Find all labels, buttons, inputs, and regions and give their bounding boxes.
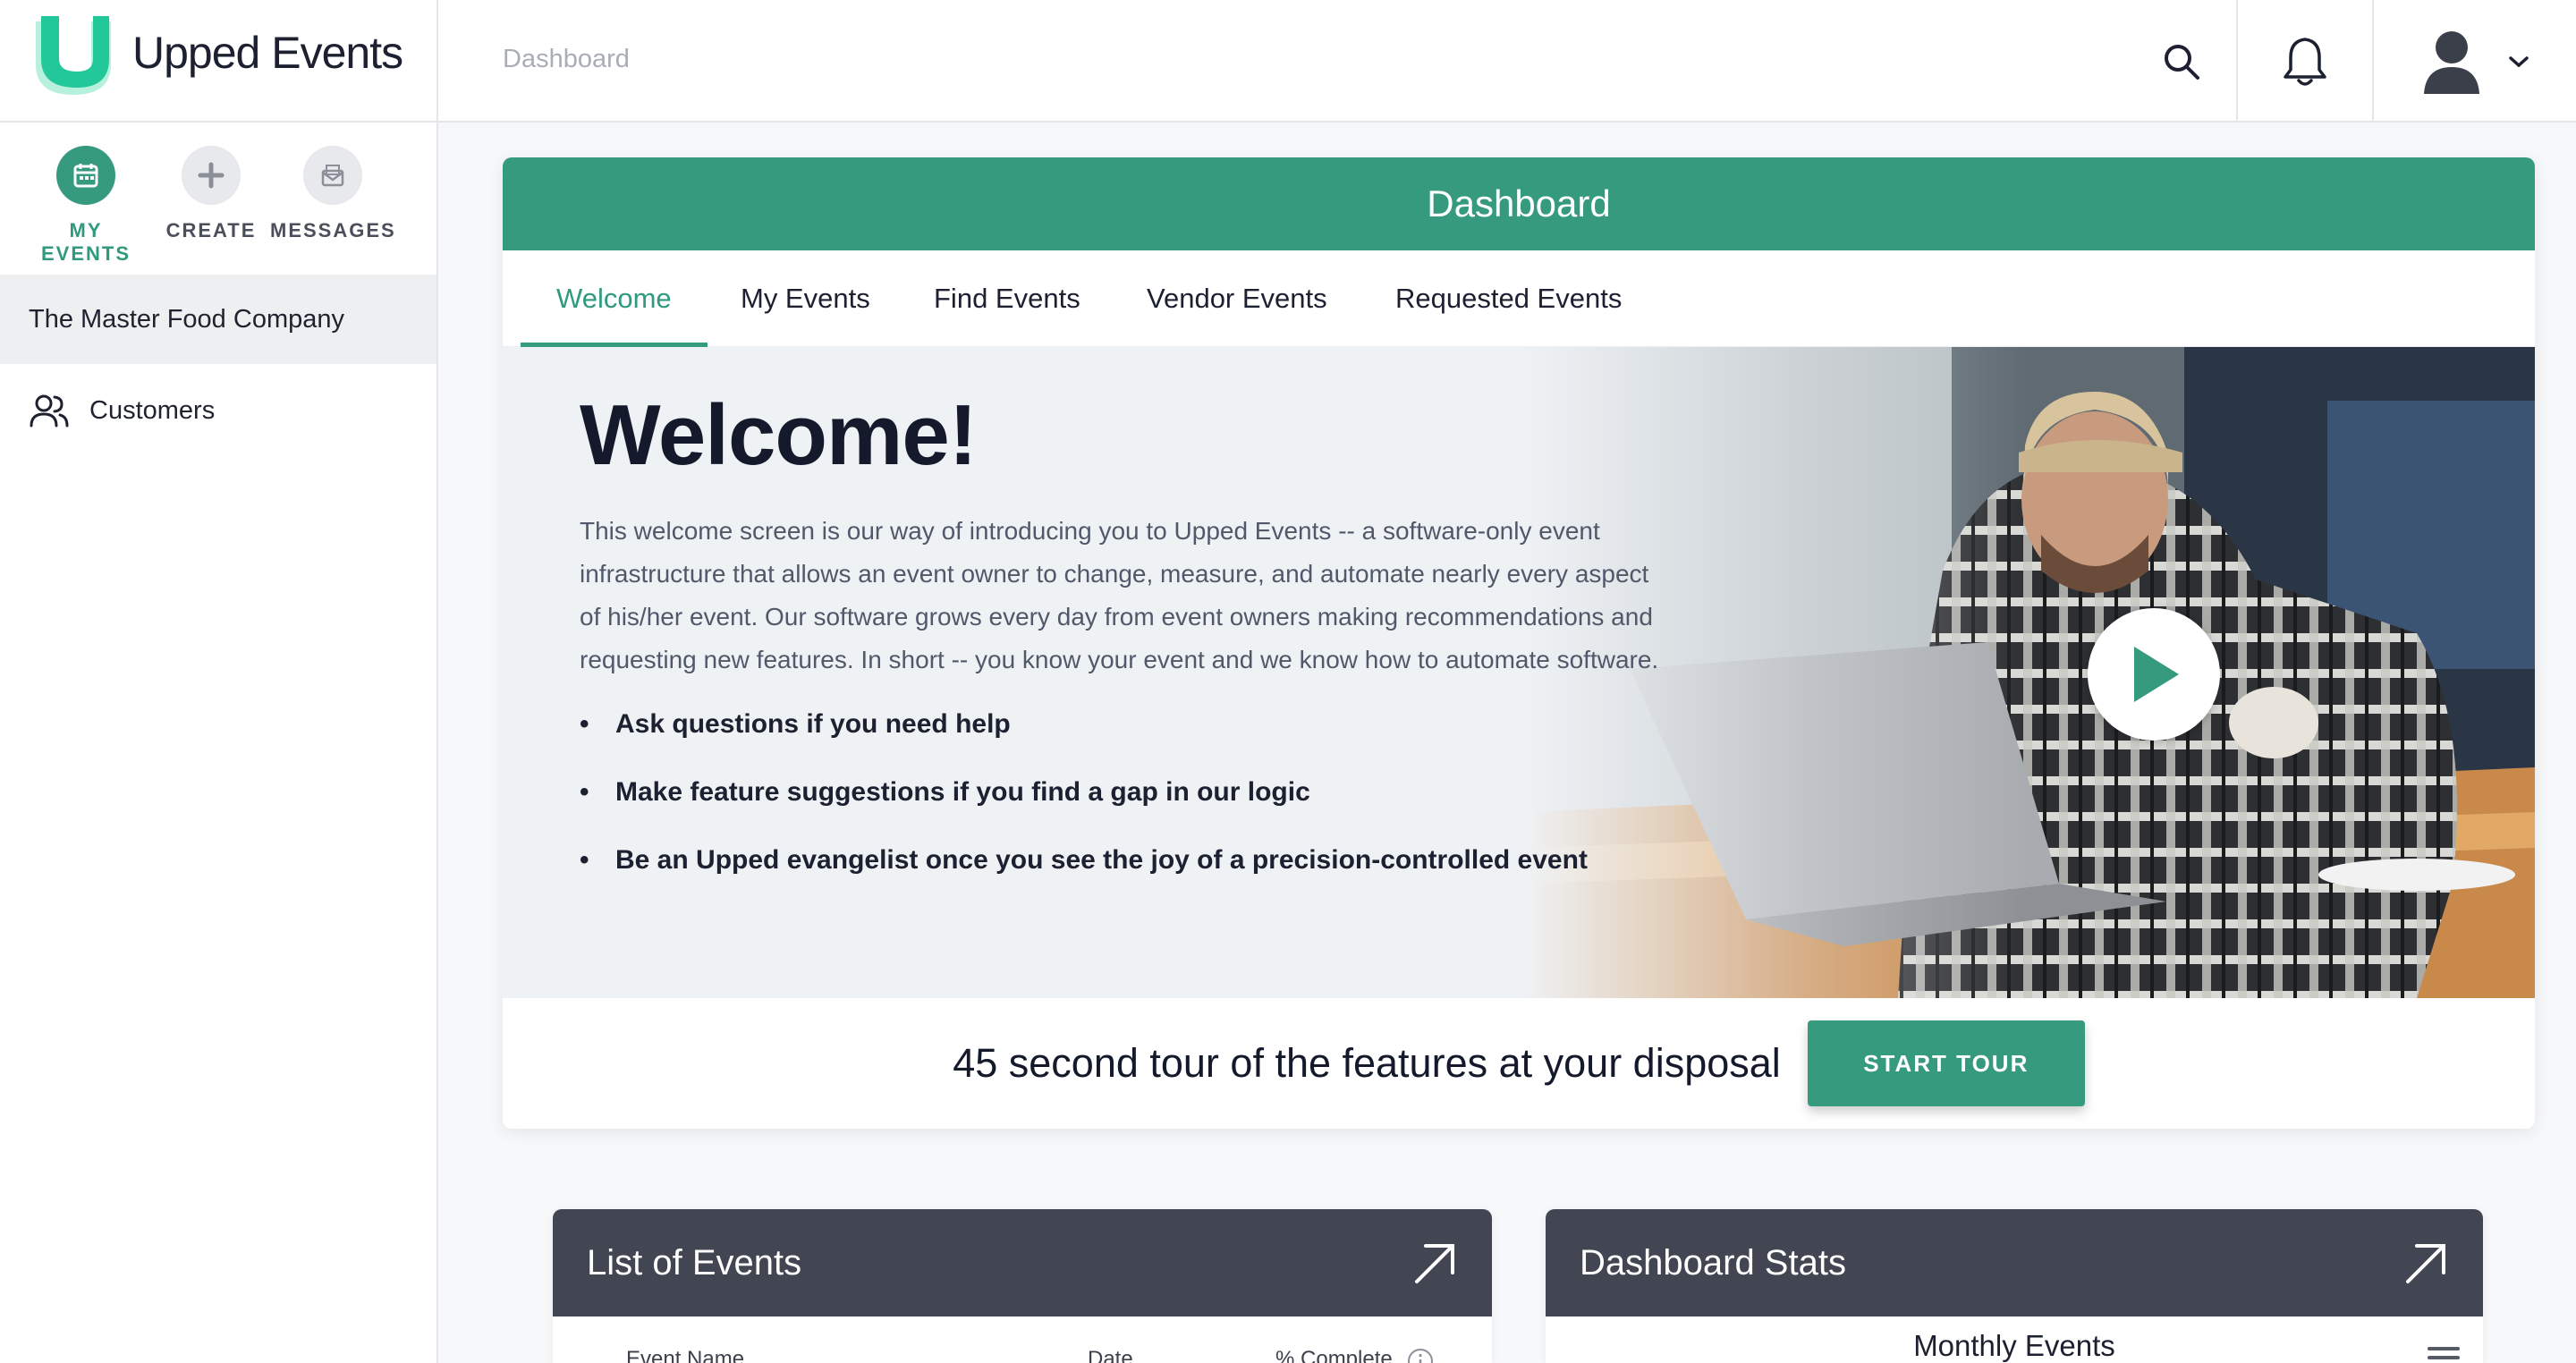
sidebar-item-customers[interactable]: Customers — [0, 366, 436, 455]
start-tour-button[interactable]: START TOUR — [1807, 1020, 2085, 1106]
tour-bar: 45 second tour of the features at your d… — [503, 998, 2535, 1129]
messages-label: MESSAGES — [270, 219, 396, 241]
search-icon — [2165, 44, 2199, 80]
events-table-header: Event Name Date % Complete — [553, 1316, 1492, 1363]
welcome-bullets: Ask questions if you need help Make feat… — [580, 708, 1588, 912]
messages-button[interactable]: MESSAGES — [270, 146, 395, 242]
welcome-intro: This welcome screen is our way of introd… — [580, 517, 1659, 673]
dashboard-card: Dashboard Welcome My Events Find Events … — [503, 157, 2535, 1129]
sidebar-item-label: Customers — [89, 395, 216, 425]
tab-requested-events[interactable]: Requested Events — [1395, 250, 1622, 347]
column-header[interactable]: % Complete — [1275, 1347, 1393, 1363]
column-header[interactable]: Date — [1088, 1347, 1133, 1363]
top-bar: Upped Events Dashboard — [0, 0, 2576, 123]
users-icon — [30, 394, 69, 428]
chart-subtitle: Monthly Events — [1913, 1329, 2115, 1362]
play-video-button[interactable] — [2088, 608, 2220, 741]
create-circle — [182, 146, 241, 205]
plus-icon — [198, 162, 225, 189]
user-menu[interactable] — [2376, 0, 2576, 123]
tab-vendor-events[interactable]: Vendor Events — [1147, 250, 1327, 347]
tab-welcome[interactable]: Welcome — [521, 250, 708, 347]
dashboard-tabs: Welcome My Events Find Events Vendor Eve… — [503, 250, 2535, 347]
breadcrumb[interactable]: Dashboard — [503, 45, 630, 74]
bell-icon — [2284, 37, 2326, 86]
welcome-hero: Welcome! This welcome screen is our way … — [503, 347, 2535, 998]
dashboard-stats-widget: Dashboard Stats Monthly Events — [1546, 1209, 2483, 1363]
envelope-icon — [321, 165, 344, 187]
brand[interactable]: Upped Events — [0, 0, 438, 123]
calendar-icon — [73, 164, 98, 188]
logo-text: Upped Events — [132, 28, 403, 78]
play-icon — [2134, 647, 2179, 702]
expand-arrow-icon[interactable] — [2404, 1240, 2449, 1285]
welcome-title: Welcome! — [580, 387, 978, 483]
notifications-button[interactable] — [2236, 0, 2374, 123]
sidebar-actions: MY EVENTS CREATE MESSAGES — [0, 123, 436, 275]
organization-item[interactable]: The Master Food Company — [0, 275, 436, 364]
avatar-icon — [2424, 30, 2479, 94]
dashboard-title: Dashboard — [503, 157, 2535, 250]
sidebar: MY EVENTS CREATE MESSAGES The Master Foo… — [0, 123, 438, 1363]
logo-icon — [36, 16, 111, 95]
list-item: Make feature suggestions if you find a g… — [580, 776, 1588, 844]
chevron-down-icon — [2509, 55, 2529, 67]
widget-title: Dashboard Stats — [1580, 1242, 1846, 1283]
info-icon[interactable] — [1406, 1347, 1435, 1363]
tab-my-events[interactable]: My Events — [741, 250, 870, 347]
expand-arrow-icon[interactable] — [1413, 1240, 1458, 1285]
column-header[interactable]: Event Name — [626, 1347, 744, 1363]
widget-header: List of Events — [553, 1209, 1492, 1316]
create-button[interactable]: CREATE — [148, 146, 274, 242]
create-label: CREATE — [165, 219, 257, 241]
my-events-label: MY EVENTS — [40, 219, 131, 265]
tab-find-events[interactable]: Find Events — [934, 250, 1080, 347]
my-events-circle — [56, 146, 115, 205]
search-button[interactable] — [2129, 0, 2234, 123]
chart-menu-icon[interactable] — [2426, 1345, 2462, 1363]
tour-text: 45 second tour of the features at your d… — [953, 1040, 1781, 1086]
widget-title: List of Events — [587, 1242, 802, 1283]
list-item: Ask questions if you need help — [580, 708, 1588, 776]
hero-photo — [1522, 347, 2535, 998]
messages-circle — [303, 146, 362, 205]
widget-header: Dashboard Stats — [1546, 1209, 2483, 1316]
my-events-button[interactable]: MY EVENTS — [23, 146, 148, 266]
list-of-events-widget: List of Events Event Name Date % Complet… — [553, 1209, 1492, 1363]
list-item: Be an Upped evangelist once you see the … — [580, 844, 1588, 912]
